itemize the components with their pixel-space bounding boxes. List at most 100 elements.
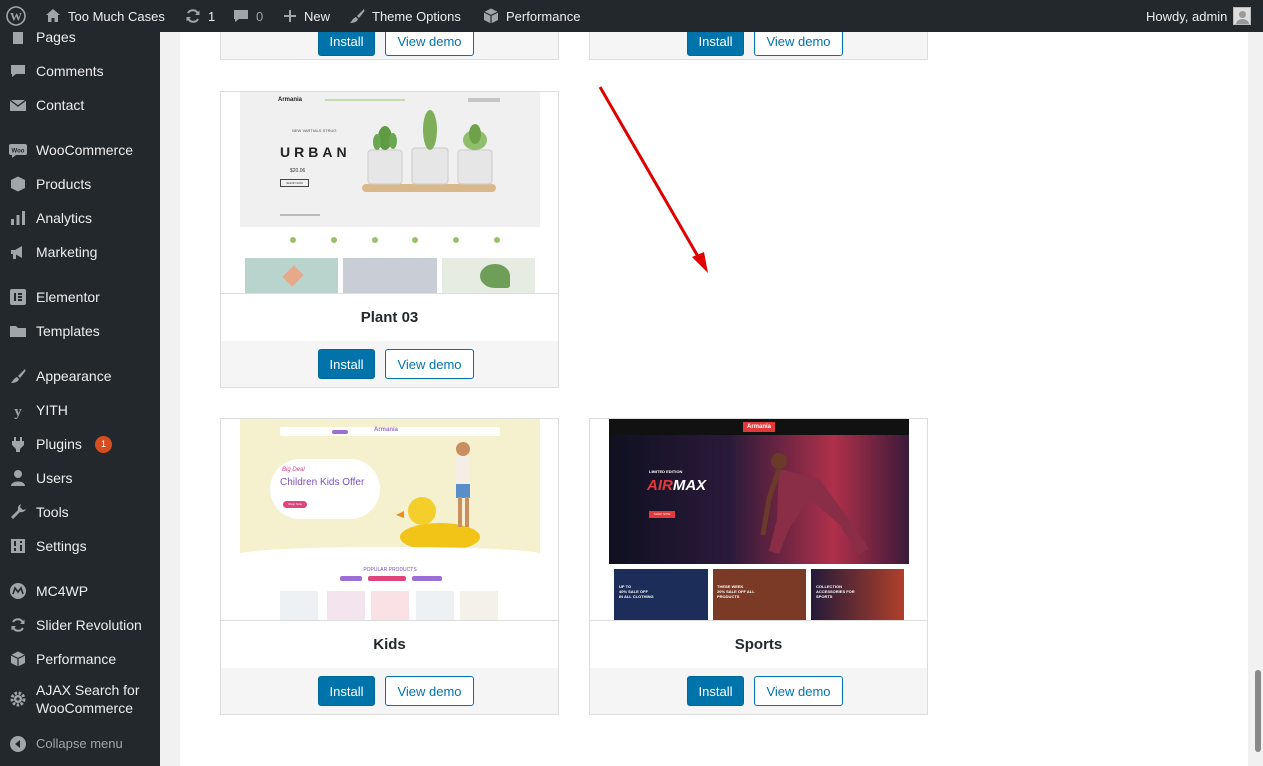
my-account-link[interactable]: Howdy, admin: [1146, 0, 1252, 32]
new-content-link[interactable]: New: [282, 0, 330, 32]
kids-headline: Children Kids Offer: [280, 477, 365, 488]
demo-actions: Install View demo: [221, 668, 558, 714]
performance-cube-icon: [483, 8, 499, 24]
sidebar-item-label: Appearance: [36, 368, 112, 384]
demo-title: Kids: [221, 620, 558, 668]
view-demo-button[interactable]: View demo: [754, 32, 843, 56]
sidebar-item-templates[interactable]: Templates: [0, 315, 160, 347]
sidebar-item-label: Settings: [36, 538, 87, 554]
view-demo-button[interactable]: View demo: [754, 676, 843, 706]
sidebar-item-performance[interactable]: Performance: [0, 643, 160, 675]
home-icon: [46, 9, 60, 22]
new-label: New: [304, 8, 331, 24]
runner-image: [760, 453, 869, 554]
plants-image: [362, 110, 496, 192]
kids-demo-screenshot: Armania Big Deal Children Kids Offer Sho…: [240, 419, 540, 620]
sidebar-item-tools[interactable]: Tools: [0, 496, 160, 528]
admin-sidebar: Pages Comments Contact Woo WooCommerce Produc…: [0, 29, 160, 766]
svg-text:W: W: [10, 10, 22, 24]
comments-icon: [8, 61, 28, 81]
demo-card-partial-right: Install View demo: [589, 32, 928, 60]
sidebar-item-analytics[interactable]: Analytics: [0, 202, 160, 234]
sidebar-item-contact[interactable]: Contact: [0, 89, 160, 121]
install-button[interactable]: Install: [687, 676, 744, 706]
plant-brand: Armania: [278, 97, 303, 103]
sidebar-item-label: MC4WP: [36, 583, 89, 599]
users-icon: [8, 468, 28, 488]
sidebar-item-label: Performance: [36, 651, 117, 667]
sidebar-item-appearance[interactable]: Appearance: [0, 360, 160, 392]
avatar: [1233, 7, 1252, 25]
demo-actions: Install View demo: [221, 341, 558, 387]
comments-count: 0: [256, 8, 264, 24]
demo-thumbnail[interactable]: Armania NEW VARTIALS STRUG URBAN $20.06 …: [221, 92, 558, 293]
sports-headline-max: MAX: [672, 477, 707, 494]
gear-icon: [8, 689, 28, 709]
page-scrollbar[interactable]: [1253, 32, 1263, 766]
install-button[interactable]: Install: [318, 676, 375, 706]
install-button[interactable]: Install: [318, 349, 375, 379]
demo-title: Sports: [590, 620, 927, 668]
plant-demo-screenshot: Armania NEW VARTIALS STRUG URBAN $20.06 …: [240, 92, 540, 293]
sidebar-item-elementor[interactable]: Elementor: [0, 281, 160, 313]
brush-icon: [8, 366, 28, 386]
scrollbar-thumb[interactable]: [1255, 670, 1261, 752]
sidebar-item-label: Tools: [36, 504, 69, 520]
demo-card-kids: Armania Big Deal Children Kids Offer Sho…: [220, 418, 559, 715]
sidebar-item-products[interactable]: Products: [0, 168, 160, 200]
demo-thumbnail[interactable]: Armania LIMITED EDITION AIRMAX SHOP NOW …: [590, 419, 927, 620]
sidebar-item-marketing[interactable]: Marketing: [0, 236, 160, 268]
sidebar-item-slider-revolution[interactable]: Slider Revolution: [0, 609, 160, 641]
sports-promo-1: UP TO 40% SALE OFF IN ALL CLOTHING: [619, 584, 654, 599]
sidebar-item-mc4wp[interactable]: MC4WP: [0, 575, 160, 607]
sidebar-item-label: Contact: [36, 97, 85, 113]
sidebar-item-label: Users: [36, 470, 73, 486]
sidebar-item-plugins[interactable]: Plugins 1: [0, 428, 160, 460]
collapse-menu-label: Collapse menu: [36, 736, 123, 751]
admin-bar: W Too Much Cases 1 0 New Theme Options P…: [0, 0, 1263, 32]
demo-thumbnail[interactable]: Armania Big Deal Children Kids Offer Sho…: [221, 419, 558, 620]
theme-options-link[interactable]: Theme Options: [348, 0, 461, 32]
plant-cta: SHOP NOW: [280, 179, 309, 187]
sidebar-item-woocommerce[interactable]: Woo WooCommerce: [0, 134, 160, 166]
sports-headline: AIRMAX: [647, 477, 706, 494]
greeting: Howdy, admin: [1146, 8, 1228, 24]
theme-options-label: Theme Options: [372, 8, 461, 24]
sidebar-item-yith[interactable]: y YITH: [0, 394, 160, 426]
mc4wp-icon: [8, 581, 28, 601]
sidebar-item-users[interactable]: Users: [0, 462, 160, 494]
sidebar-item-label: AJAX Search for: [36, 682, 140, 698]
demo-title: Plant 03: [221, 293, 558, 341]
sidebar-item-label: YITH: [36, 402, 68, 418]
updates-icon: [186, 9, 200, 23]
site-name-link[interactable]: Too Much Cases: [44, 0, 165, 32]
demo-card-sports: Armania LIMITED EDITION AIRMAX SHOP NOW …: [589, 418, 928, 715]
performance-link[interactable]: Performance: [482, 0, 580, 32]
install-button[interactable]: Install: [318, 32, 375, 56]
sidebar-item-comments[interactable]: Comments: [0, 55, 160, 87]
sidebar-item-label: Products: [36, 176, 92, 192]
sidebar-item-ajax-search[interactable]: AJAX Search for WooCommerce: [0, 677, 160, 721]
view-demo-button[interactable]: View demo: [385, 349, 474, 379]
analytics-icon: [8, 208, 28, 228]
kids-section-title: POPULAR PRODUCTS: [363, 567, 417, 573]
updates-link[interactable]: 1: [184, 0, 215, 32]
collapse-menu-button[interactable]: Collapse menu: [0, 728, 160, 760]
sidebar-item-label: Slider Revolution: [36, 617, 142, 633]
comments-link[interactable]: 0: [232, 0, 263, 32]
folder-icon: [8, 321, 28, 341]
sidebar-item-settings[interactable]: Settings: [0, 530, 160, 562]
view-demo-button[interactable]: View demo: [385, 676, 474, 706]
site-name: Too Much Cases: [68, 8, 165, 24]
sidebar-item-label: Analytics: [36, 210, 93, 226]
comment-bubble-icon: [234, 10, 248, 22]
sports-demo-screenshot: Armania LIMITED EDITION AIRMAX SHOP NOW …: [609, 419, 909, 620]
yith-icon: y: [8, 400, 28, 420]
wordpress-logo-icon[interactable]: W: [6, 0, 26, 32]
view-demo-button[interactable]: View demo: [385, 32, 474, 56]
install-button[interactable]: Install: [687, 32, 744, 56]
kids-brand: Armania: [374, 427, 399, 433]
performance-label: Performance: [506, 8, 581, 24]
plant-headline: URBAN: [280, 144, 351, 160]
demo-actions: Install View demo: [590, 668, 927, 714]
